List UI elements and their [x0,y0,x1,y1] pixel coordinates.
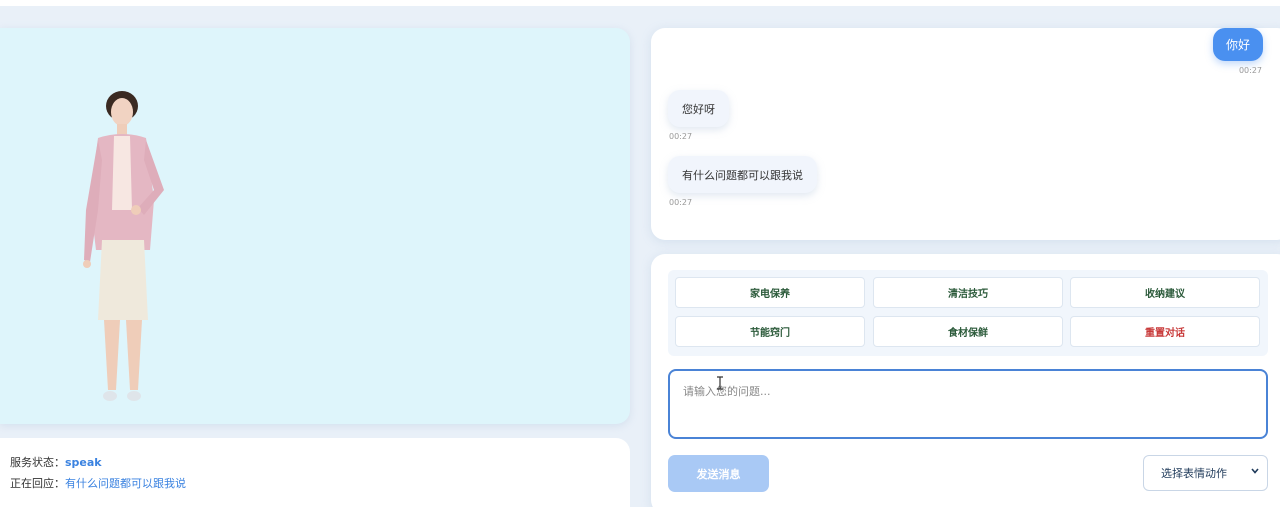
message-timestamp: 00:27 [669,132,693,141]
chat-history-panel: 你好 00:27 您好呀 00:27 有什么问题都可以跟我说 00:27 [651,28,1280,240]
quick-action-food-preservation[interactable]: 食材保鲜 [873,316,1063,347]
service-status-value: speak [65,456,102,469]
bot-message-bubble: 您好呀 [668,90,729,127]
service-status-panel: 服务状态：speak 正在回应：有什么问题都可以跟我说 [0,438,630,507]
message-timestamp: 00:27 [1238,66,1262,75]
quick-action-cleaning-tips[interactable]: 清洁技巧 [873,277,1063,308]
text-cursor-icon [717,376,723,390]
reset-conversation-button[interactable]: 重置对话 [1070,316,1260,347]
expression-select[interactable]: 选择表情动作 [1143,455,1268,491]
digital-human-avatar [83,91,164,401]
current-reply-label: 正在回应： [10,477,65,490]
message-timestamp: 00:27 [669,198,693,207]
bot-message-bubble: 有什么问题都可以跟我说 [668,156,817,193]
current-reply-value: 有什么问题都可以跟我说 [65,477,186,490]
top-bar [0,0,1280,6]
chevron-down-icon [1251,468,1259,474]
chat-control-panel: 家电保养 清洁技巧 收纳建议 节能窍门 食材保鲜 重置对话 请输入您的问题...… [651,254,1280,507]
expression-select-value: 选择表情动作 [1161,467,1227,480]
send-message-button[interactable]: 发送消息 [668,455,769,492]
quick-action-storage-advice[interactable]: 收纳建议 [1070,277,1260,308]
quick-action-energy-saving[interactable]: 节能窍门 [675,316,865,347]
question-input[interactable]: 请输入您的问题... [668,369,1268,439]
quick-action-appliance-care[interactable]: 家电保养 [675,277,865,308]
service-status-row: 服务状态：speak [10,452,620,473]
user-message-bubble: 你好 [1213,28,1263,61]
quick-actions-group: 家电保养 清洁技巧 收纳建议 节能窍门 食材保鲜 重置对话 [668,270,1268,356]
avatar-stage [0,28,630,424]
service-status-label: 服务状态： [10,456,65,469]
current-reply-row: 正在回应：有什么问题都可以跟我说 [10,473,620,494]
